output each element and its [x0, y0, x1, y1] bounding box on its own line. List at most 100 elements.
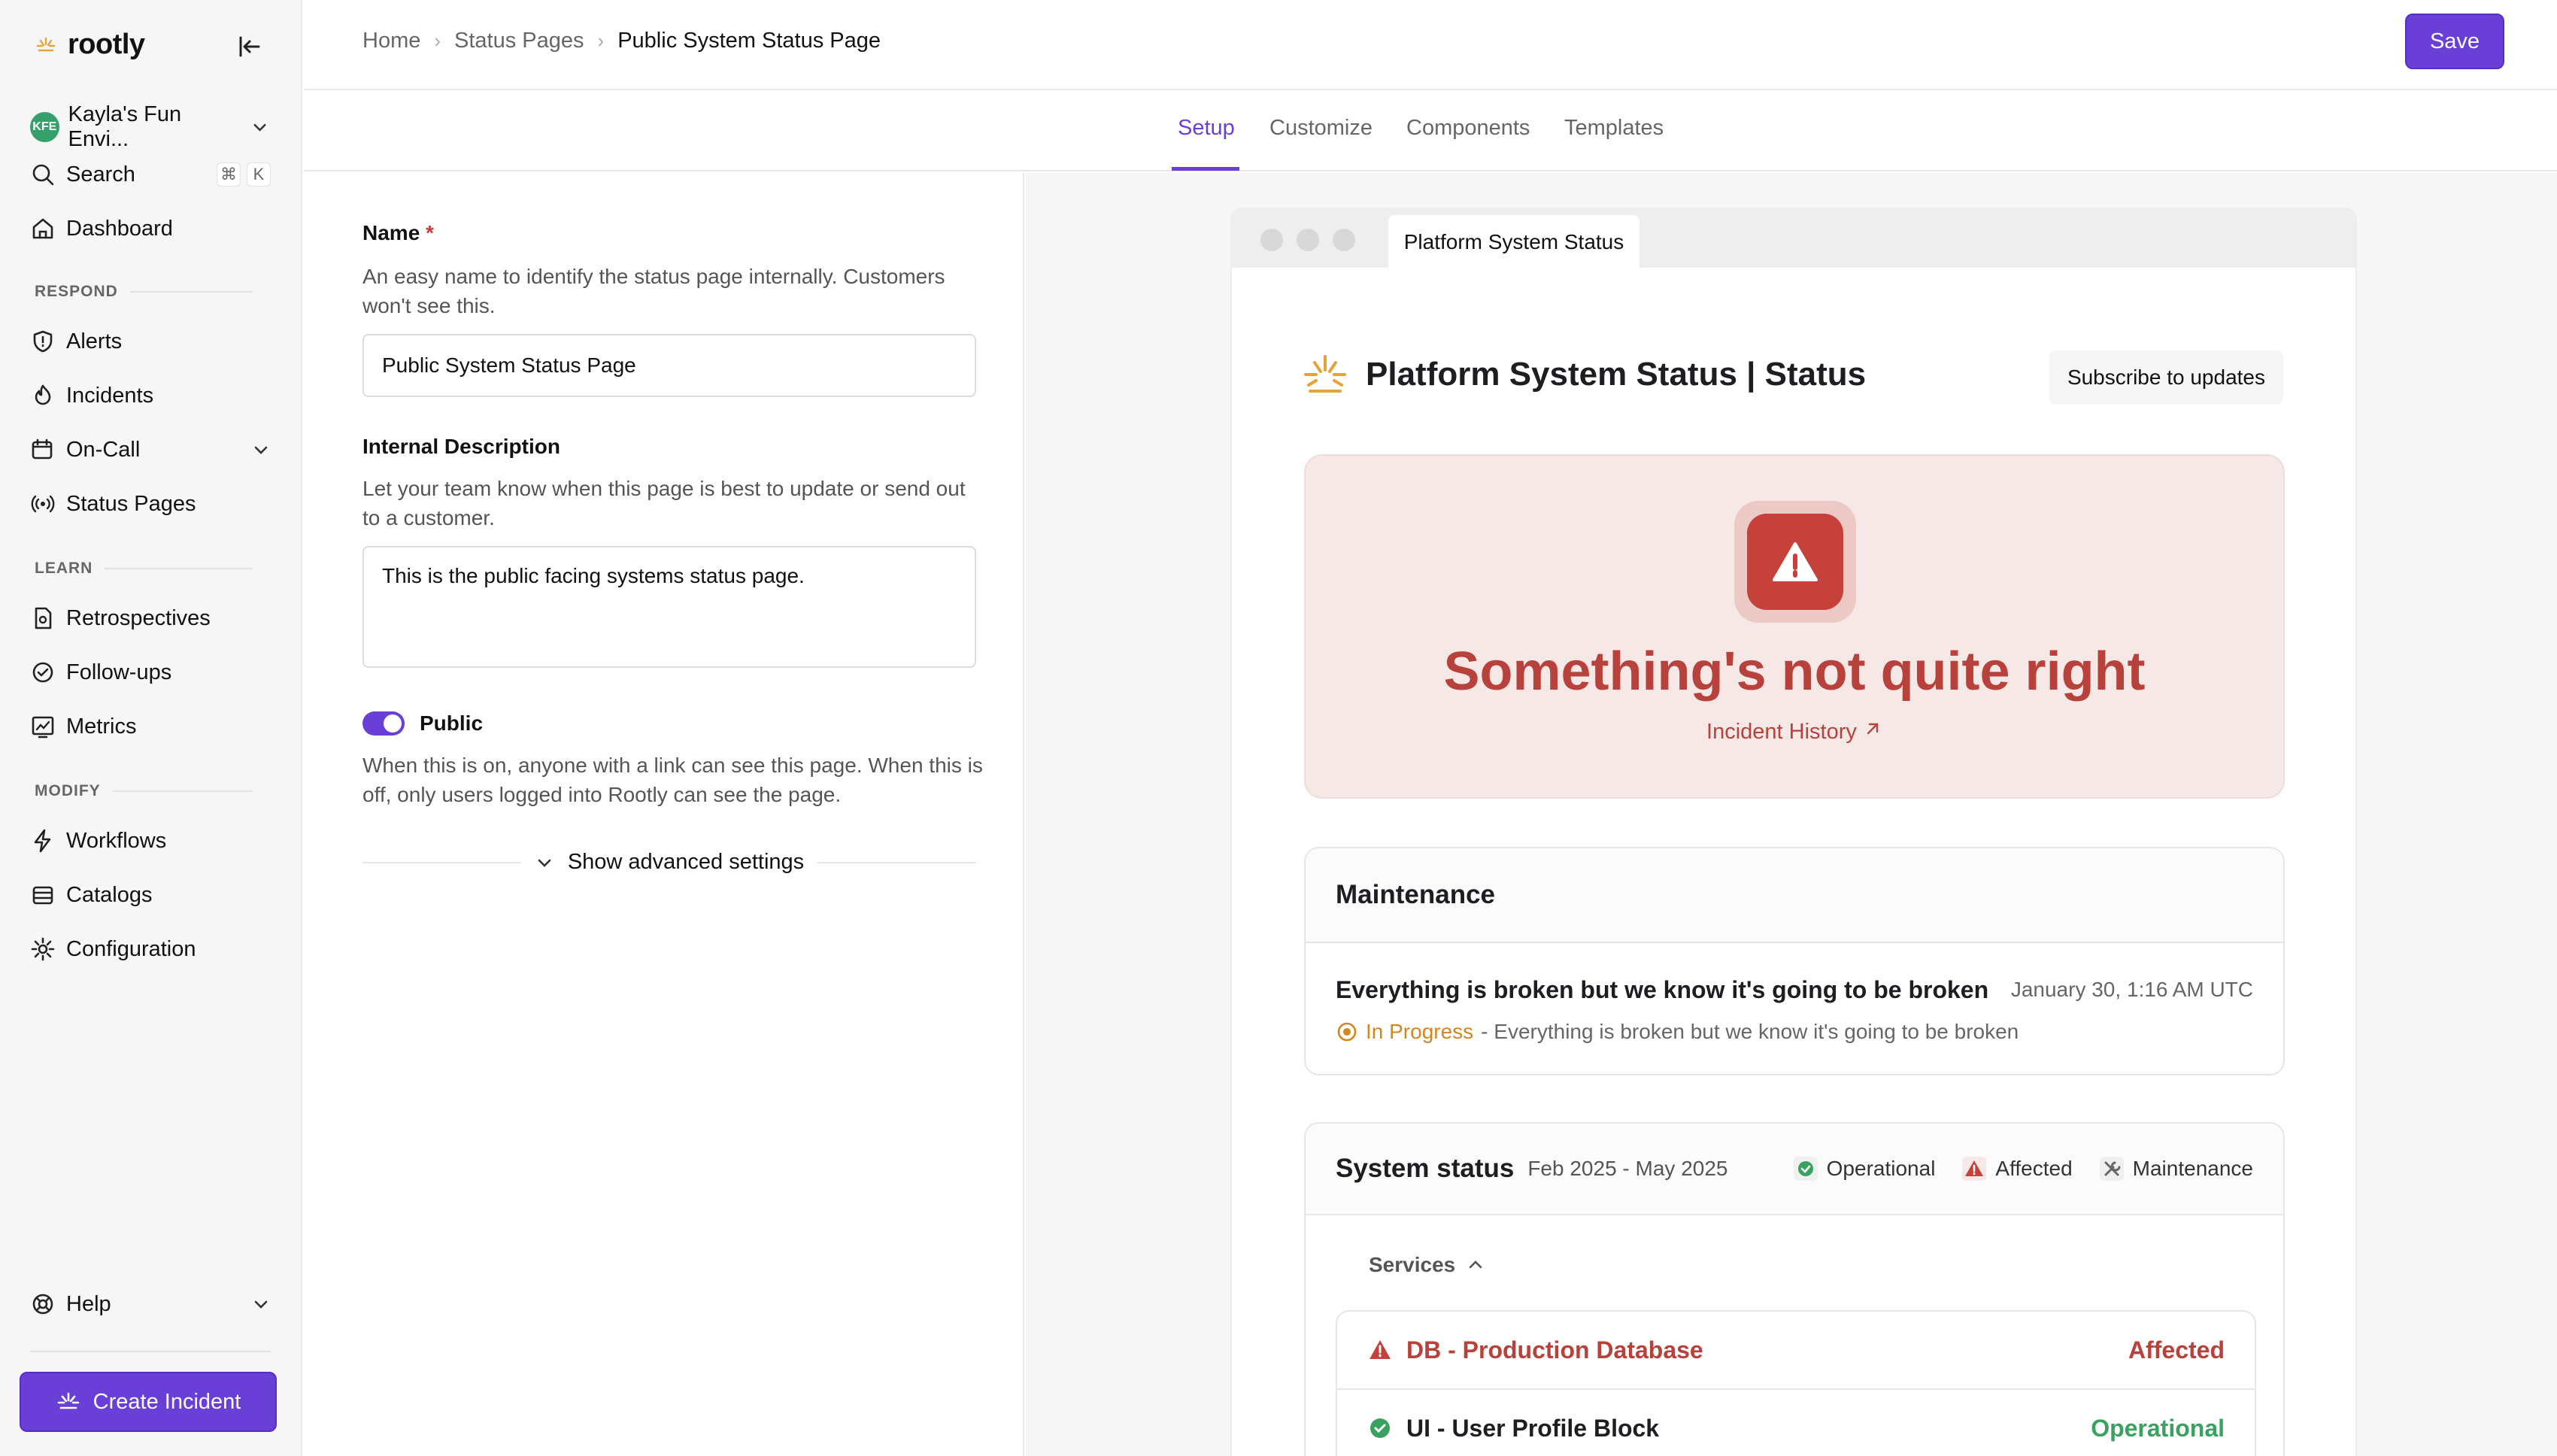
service-row-db[interactable]: DB - Production Database Affected	[1336, 1310, 2256, 1390]
maintenance-status: In Progress - Everything is broken but w…	[1336, 1020, 2019, 1044]
maintenance-state: In Progress	[1366, 1020, 1474, 1043]
sidebar-item-incidents[interactable]: Incidents	[30, 375, 271, 417]
operational-icon	[1793, 1157, 1818, 1181]
sidebar-item-status-pages[interactable]: Status Pages	[30, 483, 271, 525]
brand-logo-icon	[1304, 355, 1346, 393]
breadcrumb: Home › Status Pages › Public System Stat…	[362, 29, 881, 53]
service-status: Affected	[2128, 1336, 2225, 1363]
description-textarea[interactable]: This is the public facing systems status…	[362, 546, 976, 668]
public-label: Public	[420, 711, 484, 735]
subscribe-button[interactable]: Subscribe to updates	[2049, 350, 2283, 405]
public-toggle[interactable]	[362, 711, 405, 736]
broadcast-icon	[31, 495, 55, 513]
lightning-icon	[34, 829, 51, 853]
external-link-icon	[1867, 723, 1879, 735]
chevron-down-icon	[538, 859, 551, 867]
browser-tab: Platform System Status	[1388, 215, 1639, 269]
window-dot	[1333, 229, 1355, 251]
sidebar-item-follow-ups[interactable]: Follow-ups	[30, 651, 271, 693]
incident-history-link[interactable]: Incident History	[1306, 719, 2283, 745]
sidebar-item-catalogs[interactable]: Catalogs	[30, 874, 271, 916]
affected-icon	[1962, 1157, 1987, 1181]
section-respond: RESPOND	[35, 283, 253, 301]
section-learn: LEARN	[35, 560, 253, 578]
browser-window: Platform System Status Platform System S…	[1232, 209, 2355, 1456]
chevron-up-icon	[1469, 1260, 1482, 1269]
name-input[interactable]: Public System Status Page	[362, 334, 976, 397]
document-search-icon	[35, 607, 52, 629]
service-row-ui[interactable]: UI - User Profile Block Operational	[1336, 1388, 2256, 1456]
legend-operational: Operational	[1793, 1157, 1935, 1181]
wrench-icon	[2099, 1157, 2124, 1181]
gear-icon	[31, 937, 55, 961]
legend-maintenance: Maintenance	[2099, 1157, 2253, 1181]
save-button[interactable]: Save	[2405, 14, 2504, 69]
description-label: Internal Description	[362, 435, 560, 458]
maintenance-title: Everything is broken but we know it's go…	[1336, 976, 1989, 1003]
create-incident-button[interactable]: Create Incident	[20, 1372, 277, 1432]
chevron-down-icon	[253, 123, 266, 132]
status-page-preview: Platform System Status Platform System S…	[1026, 173, 2557, 1456]
sidebar-item-workflows[interactable]: Workflows	[30, 820, 271, 862]
shield-alert-icon	[33, 330, 53, 353]
advanced-settings-toggle[interactable]: Show advanced settings	[362, 850, 976, 875]
calendar-clock-icon	[32, 438, 53, 460]
tab-components[interactable]: Components	[1406, 116, 1530, 141]
environment-switcher[interactable]: KFE Kayla's Fun Envi...	[30, 102, 269, 152]
section-modify: MODIFY	[35, 782, 253, 800]
environment-name: Kayla's Fun Envi...	[68, 102, 182, 151]
alert-message: Something's not quite right	[1443, 642, 2146, 702]
collapse-sidebar-icon[interactable]	[235, 32, 265, 62]
shortcut-cmd: ⌘	[217, 162, 241, 187]
tab-templates[interactable]: Templates	[1564, 116, 1664, 141]
top-bar: Home › Status Pages › Public System Stat…	[304, 0, 2557, 90]
breadcrumb-status-pages[interactable]: Status Pages	[454, 29, 584, 53]
chevron-down-icon	[254, 1300, 268, 1309]
sidebar-item-search[interactable]: Search ⌘ K	[30, 153, 271, 196]
service-name: UI - User Profile Block	[1406, 1414, 1660, 1442]
maintenance-heading: Maintenance	[1336, 880, 1495, 909]
rootly-logo[interactable]: rootly	[35, 29, 145, 61]
warning-icon	[1734, 501, 1856, 623]
chevron-down-icon	[254, 446, 268, 454]
chevron-right-icon: ›	[597, 29, 605, 52]
tab-customize[interactable]: Customize	[1269, 116, 1373, 141]
breadcrumb-home[interactable]: Home	[362, 29, 420, 53]
name-help: An easy name to identify the status page…	[362, 265, 945, 317]
sidebar-item-help[interactable]: Help	[30, 1283, 271, 1325]
status-page-title: Platform System Status | Status	[1301, 352, 1866, 397]
active-tab-indicator	[1172, 167, 1239, 171]
system-status-range: Feb 2025 - May 2025	[1527, 1157, 1728, 1180]
setup-form: Name * An easy name to identify the stat…	[304, 173, 1024, 1456]
system-status-heading: System status	[1336, 1154, 1515, 1183]
services-toggle[interactable]: Services	[1369, 1253, 1485, 1277]
tab-setup[interactable]: Setup	[1178, 116, 1235, 141]
sidebar-item-alerts[interactable]: Alerts	[30, 320, 271, 362]
tab-bar: Setup Customize Components Templates	[304, 90, 2557, 171]
breadcrumb-current: Public System Status Page	[617, 29, 881, 53]
service-status: Operational	[2091, 1414, 2225, 1442]
check-circle-icon	[32, 662, 53, 683]
status-legend: Operational Affected Maintenance	[1780, 1157, 2253, 1181]
sidebar-item-on-call[interactable]: On-Call	[30, 429, 271, 471]
description-help: Let your team know when this page is bes…	[362, 477, 966, 529]
in-progress-icon	[1337, 1022, 1357, 1042]
affected-icon	[1369, 1340, 1391, 1359]
maintenance-date: January 30, 1:16 AM UTC	[2010, 978, 2253, 1001]
rootly-incident-icon	[57, 1392, 79, 1409]
rootly-logo-icon	[36, 37, 56, 51]
service-name: DB - Production Database	[1406, 1336, 1703, 1363]
sidebar-item-configuration[interactable]: Configuration	[30, 928, 271, 970]
sidebar-divider	[30, 1351, 271, 1352]
sidebar-item-dashboard[interactable]: Dashboard	[30, 208, 271, 250]
sidebar-item-metrics[interactable]: Metrics	[30, 705, 271, 748]
name-label: Name *	[362, 221, 434, 244]
system-status-card: System status Feb 2025 - May 2025 Operat…	[1304, 1122, 2285, 1456]
window-dot	[1297, 229, 1319, 251]
window-dot	[1260, 229, 1283, 251]
sidebar-item-retrospectives[interactable]: Retrospectives	[30, 597, 271, 639]
search-icon	[32, 164, 54, 186]
maintenance-detail: - Everything is broken but we know it's …	[1481, 1020, 2019, 1043]
home-icon	[32, 218, 53, 239]
public-help: When this is on, anyone with a link can …	[362, 754, 983, 806]
